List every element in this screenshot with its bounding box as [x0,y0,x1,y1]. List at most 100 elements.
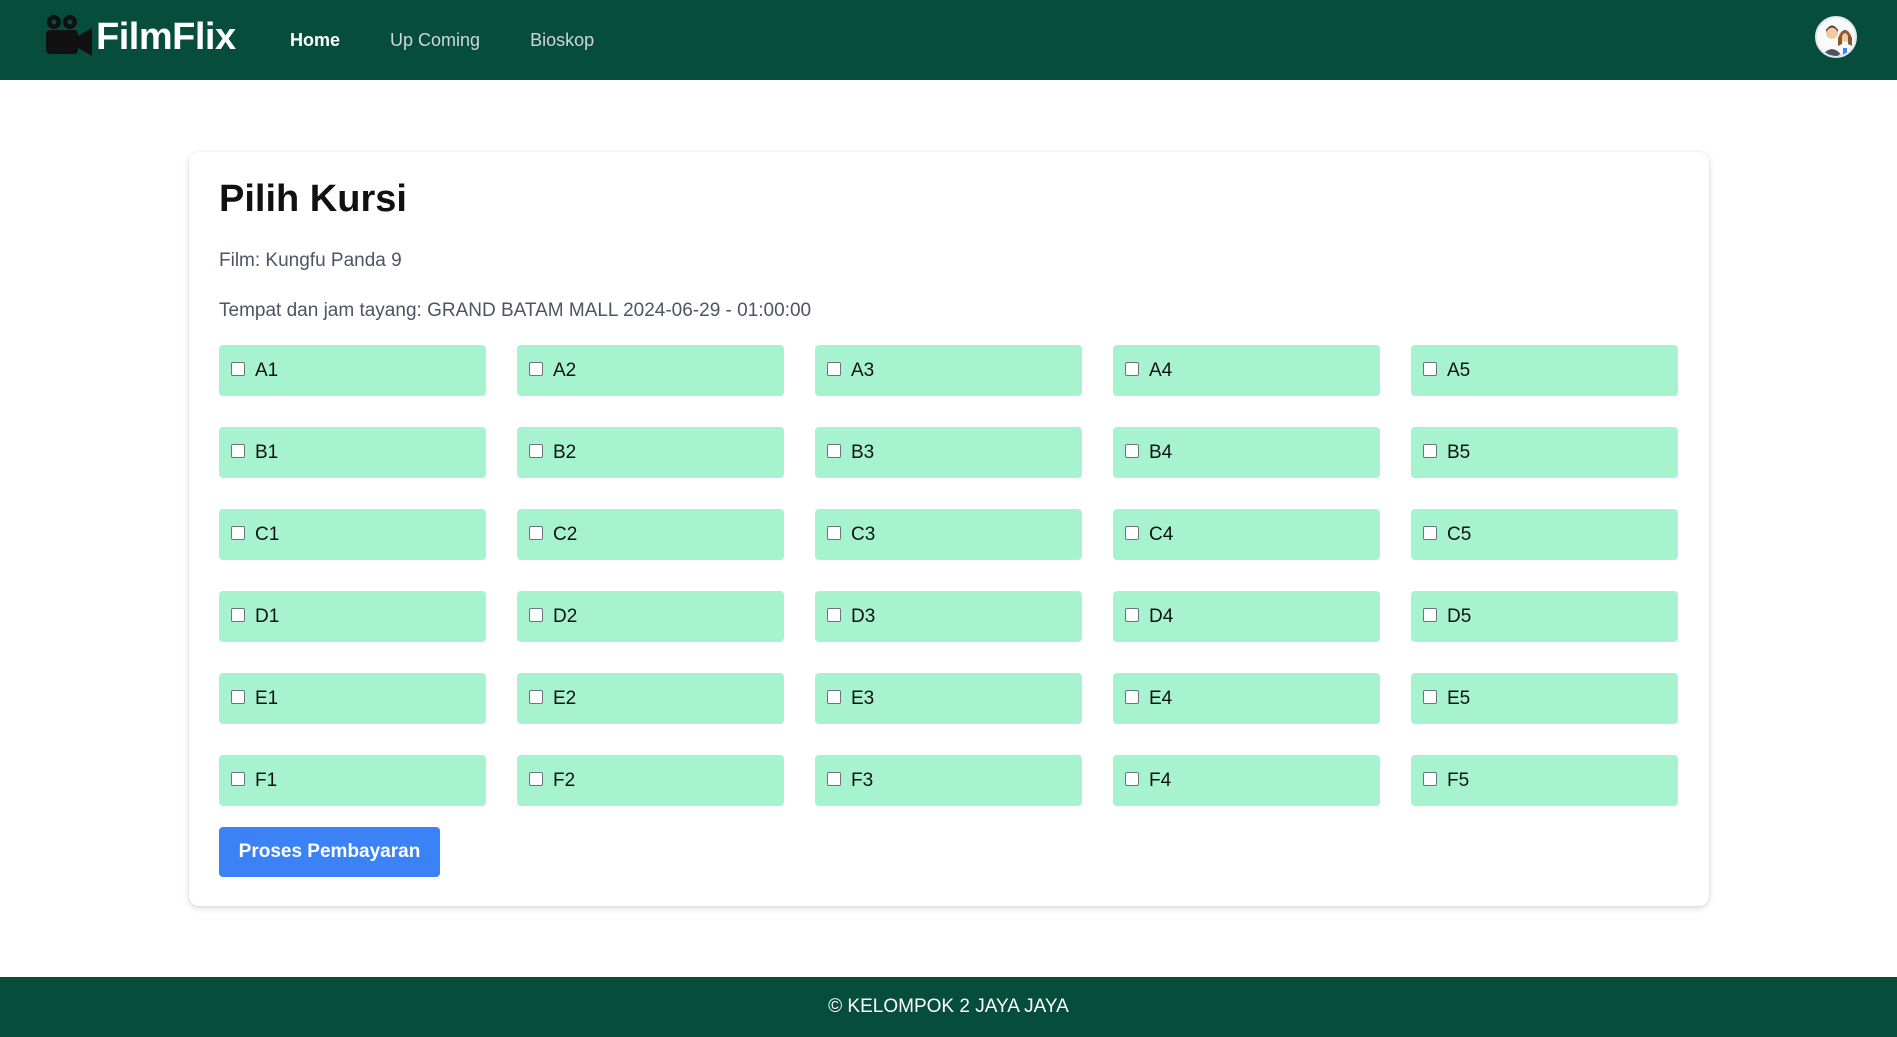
seat-option[interactable]: B1 [219,427,486,478]
main-nav: Home Up Coming Bioskop [290,0,644,80]
seat-checkbox[interactable] [827,361,841,376]
seat-checkbox[interactable] [1423,607,1437,622]
seat-option[interactable]: B5 [1411,427,1678,478]
seat-checkbox[interactable] [231,361,245,376]
seat-checkbox[interactable] [529,771,543,786]
seat-label: B3 [851,441,875,463]
seat-checkbox[interactable] [231,525,245,540]
seat-option[interactable]: A5 [1411,345,1678,396]
brand-name: FilmFlix [96,16,236,58]
seat-option[interactable]: B3 [815,427,1082,478]
seat-option[interactable]: E1 [219,673,486,724]
seat-option[interactable]: B4 [1113,427,1380,478]
seat-checkbox[interactable] [529,525,543,540]
seat-label: F4 [1149,769,1172,791]
seat-option[interactable]: F2 [517,755,784,806]
seat-checkbox[interactable] [529,607,543,622]
seat-label: F5 [1447,769,1470,791]
seat-option[interactable]: D3 [815,591,1082,642]
seat-label: F1 [255,769,278,791]
seat-label: F2 [553,769,576,791]
seat-option[interactable]: D2 [517,591,784,642]
nav-upcoming-link[interactable]: Up Coming [390,30,480,51]
seat-option[interactable]: F4 [1113,755,1380,806]
seat-label: E1 [255,687,279,709]
film-info: Film: Kungfu Panda 9 [219,250,402,271]
top-navbar: FilmFlix Home Up Coming Bioskop [0,0,1897,80]
seat-label: B1 [255,441,279,463]
seat-label: E2 [553,687,577,709]
footer-text: © KELOMPOK 2 JAYA JAYA [828,996,1069,1017]
seat-checkbox[interactable] [1423,771,1437,786]
footer: © KELOMPOK 2 JAYA JAYA [0,977,1897,1037]
seat-option[interactable]: F1 [219,755,486,806]
seat-label: D1 [255,605,280,627]
seat-option[interactable]: E5 [1411,673,1678,724]
seat-checkbox[interactable] [529,361,543,376]
seat-label: C4 [1149,523,1174,545]
seat-checkbox[interactable] [827,443,841,458]
user-avatar[interactable] [1815,16,1857,58]
seat-option[interactable]: C5 [1411,509,1678,560]
seat-grid: A1 A2 A3 A4 A5 B1 B2 B3 B4 B5 C1 C2 C3 C4 C5 D1 D2 D3 D4 D5… [219,345,1679,806]
seat-checkbox[interactable] [1125,771,1139,786]
seat-checkbox[interactable] [1125,689,1139,704]
seat-option[interactable]: D5 [1411,591,1678,642]
brand-logo-link[interactable]: FilmFlix [40,12,236,62]
seat-label: C3 [851,523,876,545]
seat-option[interactable]: A3 [815,345,1082,396]
seat-label: B2 [553,441,577,463]
seat-checkbox[interactable] [1125,361,1139,376]
seat-option[interactable]: E2 [517,673,784,724]
seat-checkbox[interactable] [529,443,543,458]
seat-checkbox[interactable] [827,689,841,704]
seat-checkbox[interactable] [827,607,841,622]
seat-option[interactable]: E3 [815,673,1082,724]
proses-pembayaran-button[interactable]: Proses Pembayaran [219,827,440,877]
seat-checkbox[interactable] [827,771,841,786]
seat-checkbox[interactable] [1423,689,1437,704]
seat-checkbox[interactable] [1125,607,1139,622]
seat-label: E3 [851,687,875,709]
seat-label: A4 [1149,359,1173,381]
seat-option[interactable]: C2 [517,509,784,560]
seat-option[interactable]: E4 [1113,673,1380,724]
seat-checkbox[interactable] [231,607,245,622]
seat-checkbox[interactable] [827,525,841,540]
seat-label: B5 [1447,441,1471,463]
seat-option[interactable]: A1 [219,345,486,396]
seat-option[interactable]: A2 [517,345,784,396]
seat-label: A2 [553,359,577,381]
seat-checkbox[interactable] [231,771,245,786]
seat-option[interactable]: C3 [815,509,1082,560]
seat-label: D3 [851,605,876,627]
seat-checkbox[interactable] [1423,525,1437,540]
seat-checkbox[interactable] [231,443,245,458]
showtime-info: Tempat dan jam tayang: GRAND BATAM MALL … [219,300,812,321]
seat-label: A3 [851,359,875,381]
seat-checkbox[interactable] [231,689,245,704]
seat-label: B4 [1149,441,1173,463]
seat-option[interactable]: D1 [219,591,486,642]
seat-option[interactable]: A4 [1113,345,1380,396]
seat-checkbox[interactable] [529,689,543,704]
seat-label: C5 [1447,523,1472,545]
seat-option[interactable]: B2 [517,427,784,478]
seat-option[interactable]: D4 [1113,591,1380,642]
seat-option[interactable]: C4 [1113,509,1380,560]
seat-checkbox[interactable] [1125,525,1139,540]
seat-checkbox[interactable] [1125,443,1139,458]
seat-option[interactable]: F5 [1411,755,1678,806]
seat-label: A1 [255,359,279,381]
seat-label: F3 [851,769,874,791]
page-title: Pilih Kursi [219,178,407,220]
seat-option[interactable]: C1 [219,509,486,560]
seat-checkbox[interactable] [1423,361,1437,376]
seat-label: D2 [553,605,578,627]
seat-checkbox[interactable] [1423,443,1437,458]
nav-bioskop-link[interactable]: Bioskop [530,30,594,51]
nav-home-link[interactable]: Home [290,30,340,51]
seat-label: D5 [1447,605,1472,627]
seat-option[interactable]: F3 [815,755,1082,806]
avatar-image [1817,18,1855,56]
